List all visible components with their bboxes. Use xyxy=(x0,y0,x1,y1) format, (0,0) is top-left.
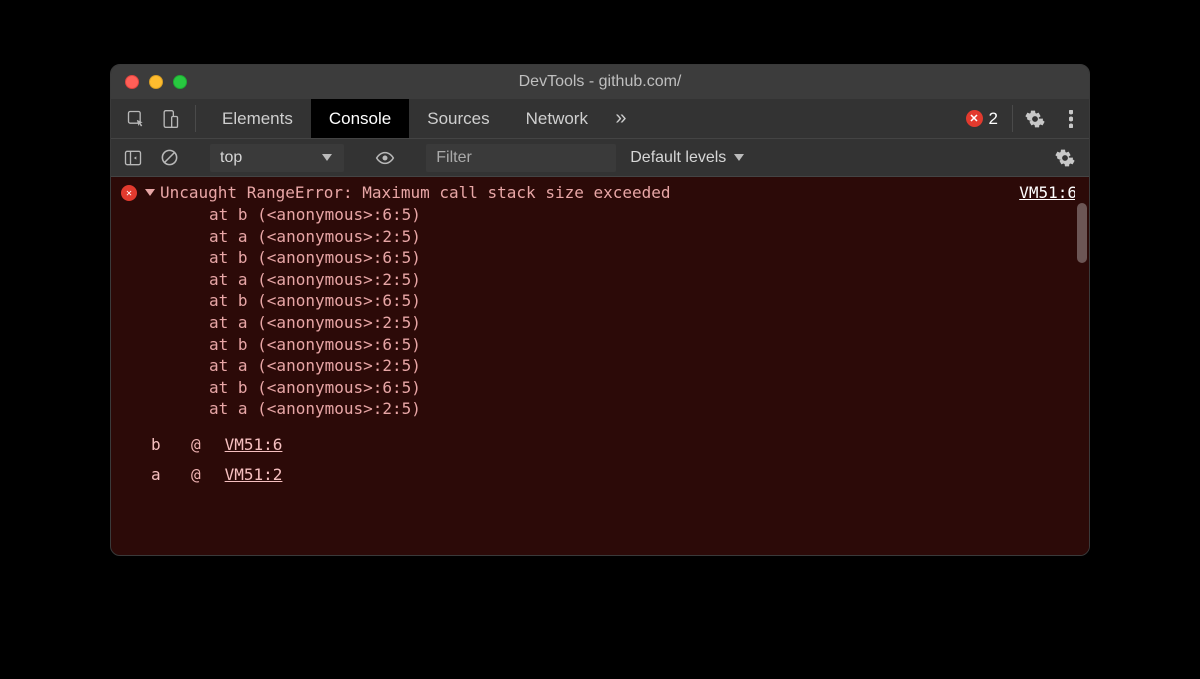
error-text: Uncaught RangeError: Maximum call stack … xyxy=(160,183,671,202)
tabs-overflow-button[interactable]: » xyxy=(606,99,636,138)
more-options-button[interactable] xyxy=(1053,99,1089,138)
inspect-element-icon[interactable] xyxy=(119,99,153,138)
error-call-frames: b @ VM51:6 a @ VM51:2 xyxy=(121,420,1077,491)
frame-function: a xyxy=(151,460,167,490)
execution-context-value: top xyxy=(220,149,242,167)
minimize-button[interactable] xyxy=(149,75,163,89)
divider xyxy=(1012,105,1013,132)
frame-at: @ xyxy=(191,460,201,490)
maximize-button[interactable] xyxy=(173,75,187,89)
frame-at: @ xyxy=(191,430,201,460)
window-titlebar: DevTools - github.com/ xyxy=(111,65,1089,99)
tab-console[interactable]: Console xyxy=(311,99,409,138)
devtools-window: DevTools - github.com/ Elements Console … xyxy=(110,64,1090,556)
error-source-link[interactable]: VM51:6 xyxy=(1019,183,1077,202)
call-frame-row: b @ VM51:6 xyxy=(151,430,1077,460)
call-frame-row: a @ VM51:2 xyxy=(151,460,1077,490)
toggle-console-sidebar-button[interactable] xyxy=(117,148,149,168)
console-filter-input[interactable] xyxy=(426,144,616,172)
close-button[interactable] xyxy=(125,75,139,89)
frame-function: b xyxy=(151,430,167,460)
error-stack-trace: at b (<anonymous>:6:5) at a (<anonymous>… xyxy=(121,204,1077,420)
error-icon: ✕ xyxy=(121,185,137,201)
execution-context-select[interactable]: top xyxy=(210,144,344,172)
settings-button[interactable] xyxy=(1017,99,1053,138)
log-levels-label: Default levels xyxy=(630,149,726,167)
error-badge-icon: ✕ xyxy=(966,110,983,127)
live-expressions-button[interactable] xyxy=(369,147,401,169)
scrollbar-track[interactable] xyxy=(1075,177,1089,555)
window-title: DevTools - github.com/ xyxy=(111,73,1089,91)
disclosure-triangle-icon[interactable] xyxy=(145,189,155,196)
divider xyxy=(195,105,196,132)
console-settings-button[interactable] xyxy=(1047,148,1083,168)
console-toolbar: top Default levels xyxy=(111,139,1089,177)
tab-elements[interactable]: Elements xyxy=(204,99,311,138)
error-count: 2 xyxy=(989,109,998,129)
console-error-message[interactable]: ✕ Uncaught RangeError: Maximum call stac… xyxy=(121,183,1077,202)
chevron-down-icon xyxy=(734,154,744,161)
log-levels-select[interactable]: Default levels xyxy=(620,149,754,167)
tab-network[interactable]: Network xyxy=(508,99,606,138)
chevron-down-icon xyxy=(322,154,332,161)
console-output: ✕ Uncaught RangeError: Maximum call stac… xyxy=(111,177,1089,555)
frame-source-link[interactable]: VM51:6 xyxy=(225,430,283,460)
window-controls xyxy=(111,75,187,89)
error-count-badge[interactable]: ✕ 2 xyxy=(956,99,1008,138)
scrollbar-thumb[interactable] xyxy=(1077,203,1087,263)
tab-sources[interactable]: Sources xyxy=(409,99,507,138)
devtools-tabbar: Elements Console Sources Network » ✕ 2 xyxy=(111,99,1089,139)
device-toolbar-icon[interactable] xyxy=(153,99,187,138)
frame-source-link[interactable]: VM51:2 xyxy=(225,460,283,490)
clear-console-button[interactable] xyxy=(153,148,185,167)
